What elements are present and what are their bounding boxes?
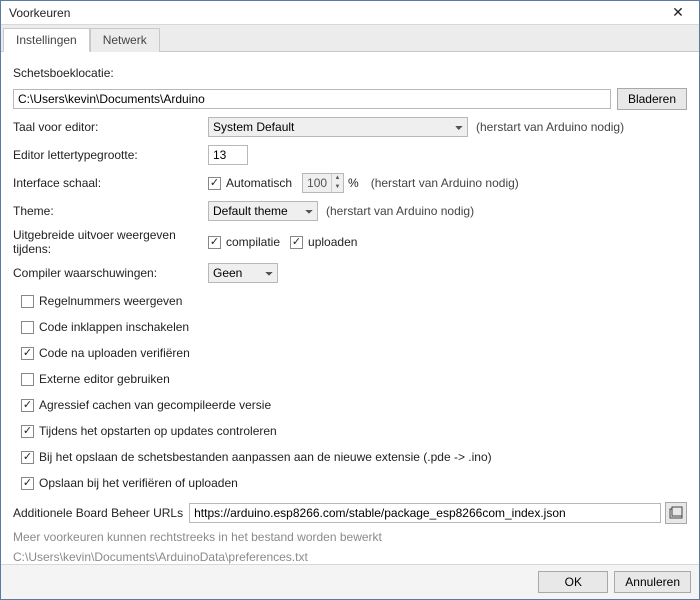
option-label: Externe editor gebruiken xyxy=(39,372,170,386)
checkmark-icon xyxy=(21,321,34,334)
scale-unit: % xyxy=(348,176,359,190)
boards-url-input[interactable] xyxy=(189,503,661,523)
option-checkbox-2[interactable]: ✓ Code na uploaden verifiëren xyxy=(21,346,190,360)
option-row: ✓ Code na uploaden verifiëren xyxy=(21,342,687,364)
checkmark-icon xyxy=(21,295,34,308)
preferences-window: Voorkeuren ✕ Instellingen Netwerk Schets… xyxy=(0,0,700,600)
boards-url-label: Additionele Board Beheer URLs xyxy=(13,506,183,520)
option-row: Regelnummers weergeven xyxy=(21,290,687,312)
tab-network[interactable]: Netwerk xyxy=(90,28,160,52)
browse-button[interactable]: Bladeren xyxy=(617,88,687,110)
tab-strip: Instellingen Netwerk xyxy=(1,25,699,52)
verbose-upload-checkbox[interactable]: ✓ uploaden xyxy=(290,235,357,249)
editor-lang-select[interactable]: System Default xyxy=(208,117,468,137)
scale-auto-checkbox[interactable]: ✓ Automatisch xyxy=(208,176,292,190)
option-label: Code na uploaden verifiëren xyxy=(39,346,190,360)
option-checkbox-1[interactable]: Code inklappen inschakelen xyxy=(21,320,189,334)
checkmark-icon: ✓ xyxy=(208,177,221,190)
boards-url-expand-button[interactable] xyxy=(665,502,687,524)
option-label: Agressief cachen van gecompileerde versi… xyxy=(39,398,271,412)
option-checkbox-4[interactable]: ✓ Agressief cachen van gecompileerde vers… xyxy=(21,398,271,412)
option-row: ✓ Agressief cachen van gecompileerde vers… xyxy=(21,394,687,416)
cancel-button[interactable]: Annuleren xyxy=(614,571,691,593)
verbose-compile-checkbox[interactable]: ✓ compilatie xyxy=(208,235,280,249)
ok-button[interactable]: OK xyxy=(538,571,608,593)
option-label: Bij het opslaan de schetsbestanden aanpa… xyxy=(39,450,492,464)
option-label: Tijdens het opstarten op updates control… xyxy=(39,424,277,438)
editor-lang-note: (herstart van Arduino nodig) xyxy=(476,120,624,134)
scale-note: (herstart van Arduino nodig) xyxy=(371,176,519,190)
theme-select[interactable]: Default theme xyxy=(208,201,318,221)
checkmark-icon: ✓ xyxy=(21,347,34,360)
option-row: Externe editor gebruiken xyxy=(21,368,687,390)
option-row: Code inklappen inschakelen xyxy=(21,316,687,338)
window-title: Voorkeuren xyxy=(9,6,663,20)
option-checkbox-6[interactable]: ✓ Bij het opslaan de schetsbestanden aanp… xyxy=(21,450,492,464)
option-label: Regelnummers weergeven xyxy=(39,294,182,308)
option-label: Opslaan bij het verifiëren of uploaden xyxy=(39,476,238,490)
option-checkbox-5[interactable]: ✓ Tijdens het opstarten op updates contro… xyxy=(21,424,277,438)
scale-value-input xyxy=(303,174,331,192)
footer-line1: Meer voorkeuren kunnen rechtstreeks in h… xyxy=(13,530,687,544)
option-label: Code inklappen inschakelen xyxy=(39,320,189,334)
scale-auto-label: Automatisch xyxy=(226,176,292,190)
checkmark-icon: ✓ xyxy=(290,236,303,249)
sketchbook-label: Schetsboeklocatie: xyxy=(13,66,114,80)
scale-label: Interface schaal: xyxy=(13,176,208,190)
tab-settings[interactable]: Instellingen xyxy=(3,28,90,52)
theme-note: (herstart van Arduino nodig) xyxy=(326,204,474,218)
warnings-label: Compiler waarschuwingen: xyxy=(13,266,208,280)
checkmark-icon xyxy=(21,373,34,386)
font-size-label: Editor lettertypegrootte: xyxy=(13,148,208,162)
content-panel: Schetsboeklocatie: Bladeren Taal voor ed… xyxy=(1,52,699,564)
warnings-select[interactable]: Geen xyxy=(208,263,278,283)
sketchbook-path-input[interactable] xyxy=(13,89,611,109)
option-checkbox-0[interactable]: Regelnummers weergeven xyxy=(21,294,182,308)
option-row: ✓ Tijdens het opstarten op updates contro… xyxy=(21,420,687,442)
button-bar: OK Annuleren xyxy=(1,564,699,599)
options-list: Regelnummers weergeven Code inklappen ins… xyxy=(21,290,687,494)
titlebar: Voorkeuren ✕ xyxy=(1,1,699,25)
footer-line2: C:\Users\kevin\Documents\ArduinoData\pre… xyxy=(13,550,687,564)
scale-spinner[interactable]: ▲▼ xyxy=(302,173,344,193)
font-size-input[interactable] xyxy=(208,145,248,165)
verbose-upload-label: uploaden xyxy=(308,235,357,249)
window-icon xyxy=(669,506,683,520)
close-icon[interactable]: ✕ xyxy=(663,3,693,23)
checkmark-icon: ✓ xyxy=(21,425,34,438)
option-checkbox-3[interactable]: Externe editor gebruiken xyxy=(21,372,170,386)
checkmark-icon: ✓ xyxy=(21,451,34,464)
spinner-buttons: ▲▼ xyxy=(331,174,343,192)
option-row: ✓ Opslaan bij het verifiëren of uploaden xyxy=(21,472,687,494)
verbose-compile-label: compilatie xyxy=(226,235,280,249)
editor-lang-label: Taal voor editor: xyxy=(13,120,208,134)
theme-label: Theme: xyxy=(13,204,208,218)
checkmark-icon: ✓ xyxy=(21,477,34,490)
verbose-label: Uitgebreide uitvoer weergeven tijdens: xyxy=(13,228,208,256)
option-checkbox-7[interactable]: ✓ Opslaan bij het verifiëren of uploaden xyxy=(21,476,238,490)
checkmark-icon: ✓ xyxy=(208,236,221,249)
checkmark-icon: ✓ xyxy=(21,399,34,412)
option-row: ✓ Bij het opslaan de schetsbestanden aanp… xyxy=(21,446,687,468)
